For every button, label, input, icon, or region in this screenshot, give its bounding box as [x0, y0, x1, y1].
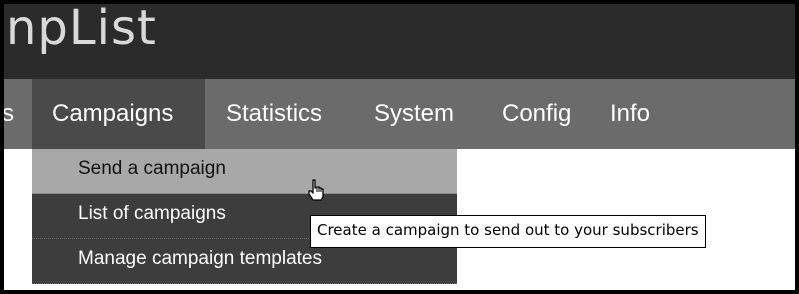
main-nav: s Campaigns Statistics System Config Inf… [4, 79, 795, 149]
nav-item-statistics[interactable]: Statistics [216, 79, 332, 149]
app-logo[interactable]: npList [6, 4, 157, 58]
nav-item-partial[interactable]: s [4, 79, 24, 149]
nav-item-system[interactable]: System [364, 79, 464, 149]
hand-pointer-icon [308, 179, 324, 201]
tooltip: Create a campaign to send out to your su… [310, 215, 706, 248]
app-window: npList s Campaigns Statistics System Con… [4, 4, 795, 290]
nav-item-campaigns[interactable]: Campaigns [32, 79, 205, 149]
nav-item-info[interactable]: Info [600, 79, 660, 149]
header-bar: npList [4, 4, 795, 79]
nav-item-config[interactable]: Config [492, 79, 581, 149]
menu-item-send-campaign[interactable]: Send a campaign [32, 149, 457, 194]
